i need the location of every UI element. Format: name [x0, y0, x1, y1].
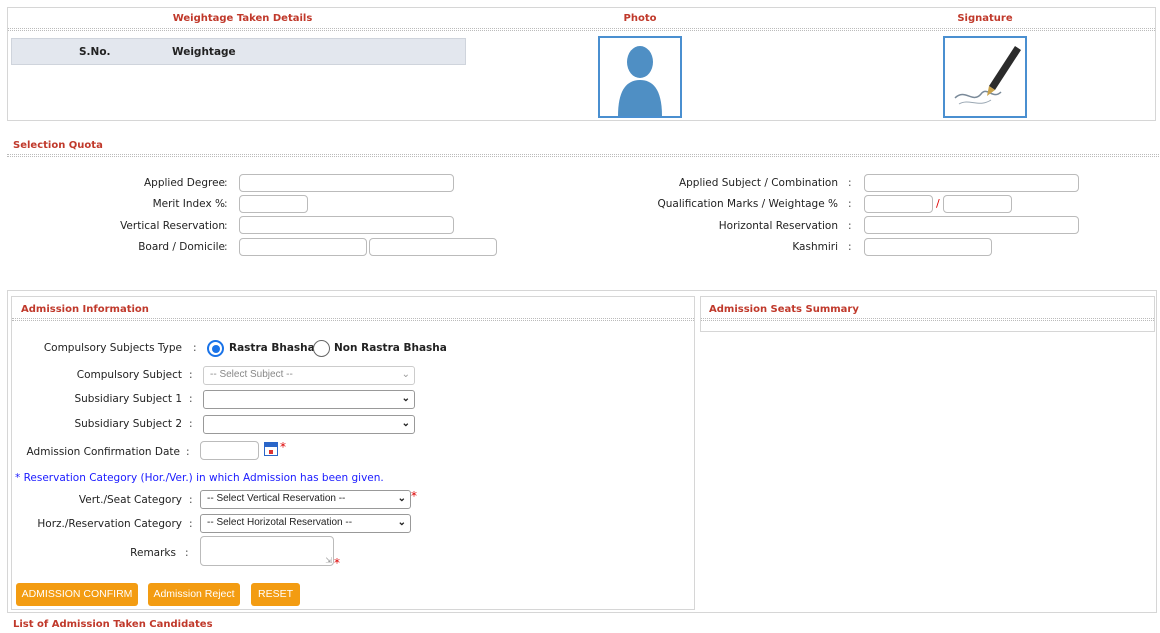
applied-subject-field[interactable] [864, 174, 1079, 192]
merit-index-label: Merit Index % [152, 198, 225, 210]
horizontal-reservation-label: Horizontal Reservation [718, 220, 838, 232]
remarks-textarea[interactable]: ⇲ [200, 536, 334, 566]
colon: : [189, 494, 193, 506]
signature-image [943, 36, 1027, 118]
weightage-header: Weightage Taken Details [172, 13, 313, 24]
horz-category-select[interactable]: -- Select Horizotal Reservation -- ⌄ [200, 514, 411, 533]
applied-degree-label: Applied Degree [143, 177, 225, 189]
admission-list-title: List of Admission Taken Candidates [13, 619, 213, 630]
slash-separator: / [936, 197, 940, 210]
colon: : [186, 446, 190, 458]
divider [8, 28, 1155, 31]
compulsory-subject-label: Compulsory Subject [76, 369, 182, 381]
seats-summary-title: Admission Seats Summary [709, 304, 859, 315]
divider [701, 318, 1154, 321]
subsidiary1-select[interactable]: ⌄ [203, 390, 415, 409]
colon: : [224, 220, 228, 232]
compulsory-subject-value: -- Select Subject -- [210, 369, 293, 380]
reservation-note: * Reservation Category (Hor./Ver.) in wh… [15, 472, 384, 484]
applied-degree-field[interactable] [239, 174, 454, 192]
colon: : [189, 393, 193, 405]
kashmiri-field[interactable] [864, 238, 992, 256]
colon: : [189, 369, 193, 381]
required-star: * [334, 556, 340, 570]
confirm-date-field[interactable] [200, 441, 259, 460]
horz-category-value: -- Select Horizotal Reservation -- [207, 517, 353, 528]
photo-image [598, 36, 682, 118]
colon: : [848, 220, 852, 232]
compulsory-subject-select[interactable]: -- Select Subject -- ⌄ [203, 366, 415, 385]
user-avatar-icon [618, 46, 662, 116]
colon: : [185, 547, 189, 559]
colon: : [193, 342, 197, 354]
chevron-down-icon: ⌄ [401, 418, 410, 429]
kashmiri-label: Kashmiri [792, 241, 838, 253]
colon: : [224, 198, 228, 210]
divider [12, 318, 694, 321]
vert-category-select[interactable]: -- Select Vertical Reservation -- ⌄ [200, 490, 411, 509]
colon: : [224, 241, 228, 253]
weightage-table: S.No. Weightage [11, 38, 466, 65]
colon: : [848, 198, 852, 210]
confirm-date-label: Admission Confirmation Date [26, 446, 180, 458]
admission-confirm-button[interactable]: ADMISSION CONFIRM [16, 583, 138, 606]
chevron-down-icon: ⌄ [401, 393, 410, 404]
radio-non-rastra-bhasha[interactable] [313, 340, 330, 357]
vertical-reservation-field[interactable] [239, 216, 454, 234]
chevron-down-icon: ⌄ [397, 517, 406, 528]
required-star: * [411, 489, 417, 503]
subsidiary2-select[interactable]: ⌄ [203, 415, 415, 434]
pen-signature-icon [954, 46, 1021, 105]
colon: : [848, 241, 852, 253]
colon: : [224, 177, 228, 189]
selection-quota-title: Selection Quota [13, 140, 103, 151]
board-domicile-label: Board / Domicile [138, 241, 225, 253]
col-sno: S.No. [79, 46, 111, 58]
merit-index-field[interactable] [239, 195, 308, 213]
colon: : [189, 518, 193, 530]
chevron-down-icon: ⌄ [397, 493, 406, 504]
remarks-label: Remarks [130, 547, 176, 559]
admission-reject-button[interactable]: Admission Reject [148, 583, 240, 606]
qualification-marks-label: Qualification Marks / Weightage % [657, 198, 839, 210]
photo-header: Photo [623, 13, 657, 24]
chevron-down-icon: ⌄ [401, 369, 410, 380]
weightage-field[interactable] [943, 195, 1012, 213]
applied-subject-label: Applied Subject / Combination [678, 177, 838, 189]
horizontal-reservation-field[interactable] [864, 216, 1079, 234]
calendar-icon[interactable] [264, 442, 278, 456]
subsidiary2-label: Subsidiary Subject 2 [74, 418, 182, 430]
vertical-reservation-label: Vertical Reservation [120, 220, 225, 232]
subsidiary1-label: Subsidiary Subject 1 [74, 393, 182, 405]
vert-category-label: Vert./Seat Category [78, 494, 182, 506]
vert-category-value: -- Select Vertical Reservation -- [207, 493, 346, 504]
col-weightage: Weightage [172, 46, 236, 58]
required-star: * [280, 440, 286, 454]
domicile-field[interactable] [369, 238, 497, 256]
divider [7, 154, 1159, 157]
compulsory-type-label: Compulsory Subjects Type [43, 342, 182, 354]
reset-button[interactable]: RESET [251, 583, 300, 606]
radio-rastra-bhasha[interactable] [207, 340, 224, 357]
radio-rastra-label: Rastra Bhasha [229, 342, 315, 354]
colon: : [848, 177, 852, 189]
horz-category-label: Horz./Reservation Category [37, 518, 182, 530]
board-field[interactable] [239, 238, 367, 256]
admission-info-title: Admission Information [21, 304, 149, 315]
radio-non-rastra-label: Non Rastra Bhasha [334, 342, 447, 354]
qualification-marks-field[interactable] [864, 195, 933, 213]
resize-handle-icon[interactable]: ⇲ [325, 556, 332, 565]
colon: : [189, 418, 193, 430]
signature-header: Signature [957, 13, 1013, 24]
